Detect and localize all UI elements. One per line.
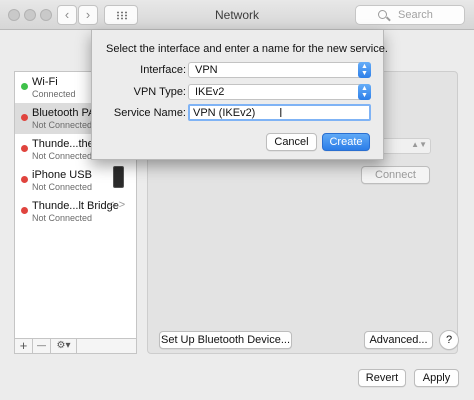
dialog-heading: Select the interface and enter a name fo… (106, 43, 388, 55)
create-button[interactable]: Create (322, 133, 370, 151)
service-status: Not Connected (32, 120, 93, 130)
search-field[interactable]: Search (355, 5, 465, 25)
add-service-button[interactable]: + (15, 339, 33, 353)
new-service-dialog: Select the interface and enter a name fo… (91, 30, 388, 160)
title-bar: ‹ › Network Search (0, 0, 474, 30)
text-cursor-icon: I (279, 106, 283, 120)
remove-service-button[interactable]: — (33, 339, 51, 353)
setup-bluetooth-button[interactable]: Set Up Bluetooth Device... (159, 331, 292, 349)
iphone-icon (113, 166, 124, 188)
service-item-thunderbolt-bridge[interactable]: Thunde...lt Bridge Not Connected <··> (15, 196, 136, 227)
status-dot (21, 114, 28, 121)
status-dot (21, 176, 28, 183)
service-name-input[interactable] (193, 106, 363, 119)
service-status: Not Connected (32, 213, 93, 223)
interface-popup[interactable]: VPN ▲ ▼ (188, 62, 371, 78)
connect-button[interactable]: Connect (361, 166, 430, 184)
status-dot (21, 207, 28, 214)
status-dot (21, 145, 28, 152)
service-status: Connected (32, 89, 76, 99)
interface-value: VPN (195, 64, 218, 76)
revert-button[interactable]: Revert (358, 369, 406, 387)
chevron-updown-icon: ▲▼ (411, 140, 427, 149)
sidebar-footer: + — ⚙▾ (14, 338, 137, 354)
help-button[interactable]: ? (439, 330, 459, 350)
advanced-button[interactable]: Advanced... (364, 331, 433, 349)
search-placeholder: Search (398, 9, 433, 21)
status-dot (21, 83, 28, 90)
chevron-updown-icon: ▲▼ (358, 62, 371, 78)
vpn-type-label: VPN Type: (133, 86, 186, 98)
gear-menu-button[interactable]: ⚙▾ (51, 339, 77, 353)
chevron-updown-icon: ▲▼ (358, 84, 371, 100)
service-item-iphone-usb[interactable]: iPhone USB Not Connected (15, 165, 136, 196)
network-window: ‹ › Network Search Wi-Fi Connected Bluet… (0, 0, 474, 400)
service-status: Not Connected (32, 182, 93, 192)
vpn-type-popup[interactable]: IKEv2 ▲ ▼ (188, 84, 371, 100)
interface-label: Interface: (140, 64, 186, 76)
service-name-label: Service Name: (113, 107, 186, 119)
cancel-button[interactable]: Cancel (266, 133, 317, 151)
service-status: Not Connected (32, 151, 93, 161)
apply-button[interactable]: Apply (414, 369, 459, 387)
service-name: Wi-Fi (32, 76, 58, 88)
vpn-type-value: IKEv2 (195, 86, 225, 98)
search-icon (378, 10, 387, 19)
service-name: iPhone USB (32, 169, 92, 181)
service-name: Thunde...lt Bridge (32, 200, 119, 212)
bridge-icon: <··> (108, 199, 125, 211)
